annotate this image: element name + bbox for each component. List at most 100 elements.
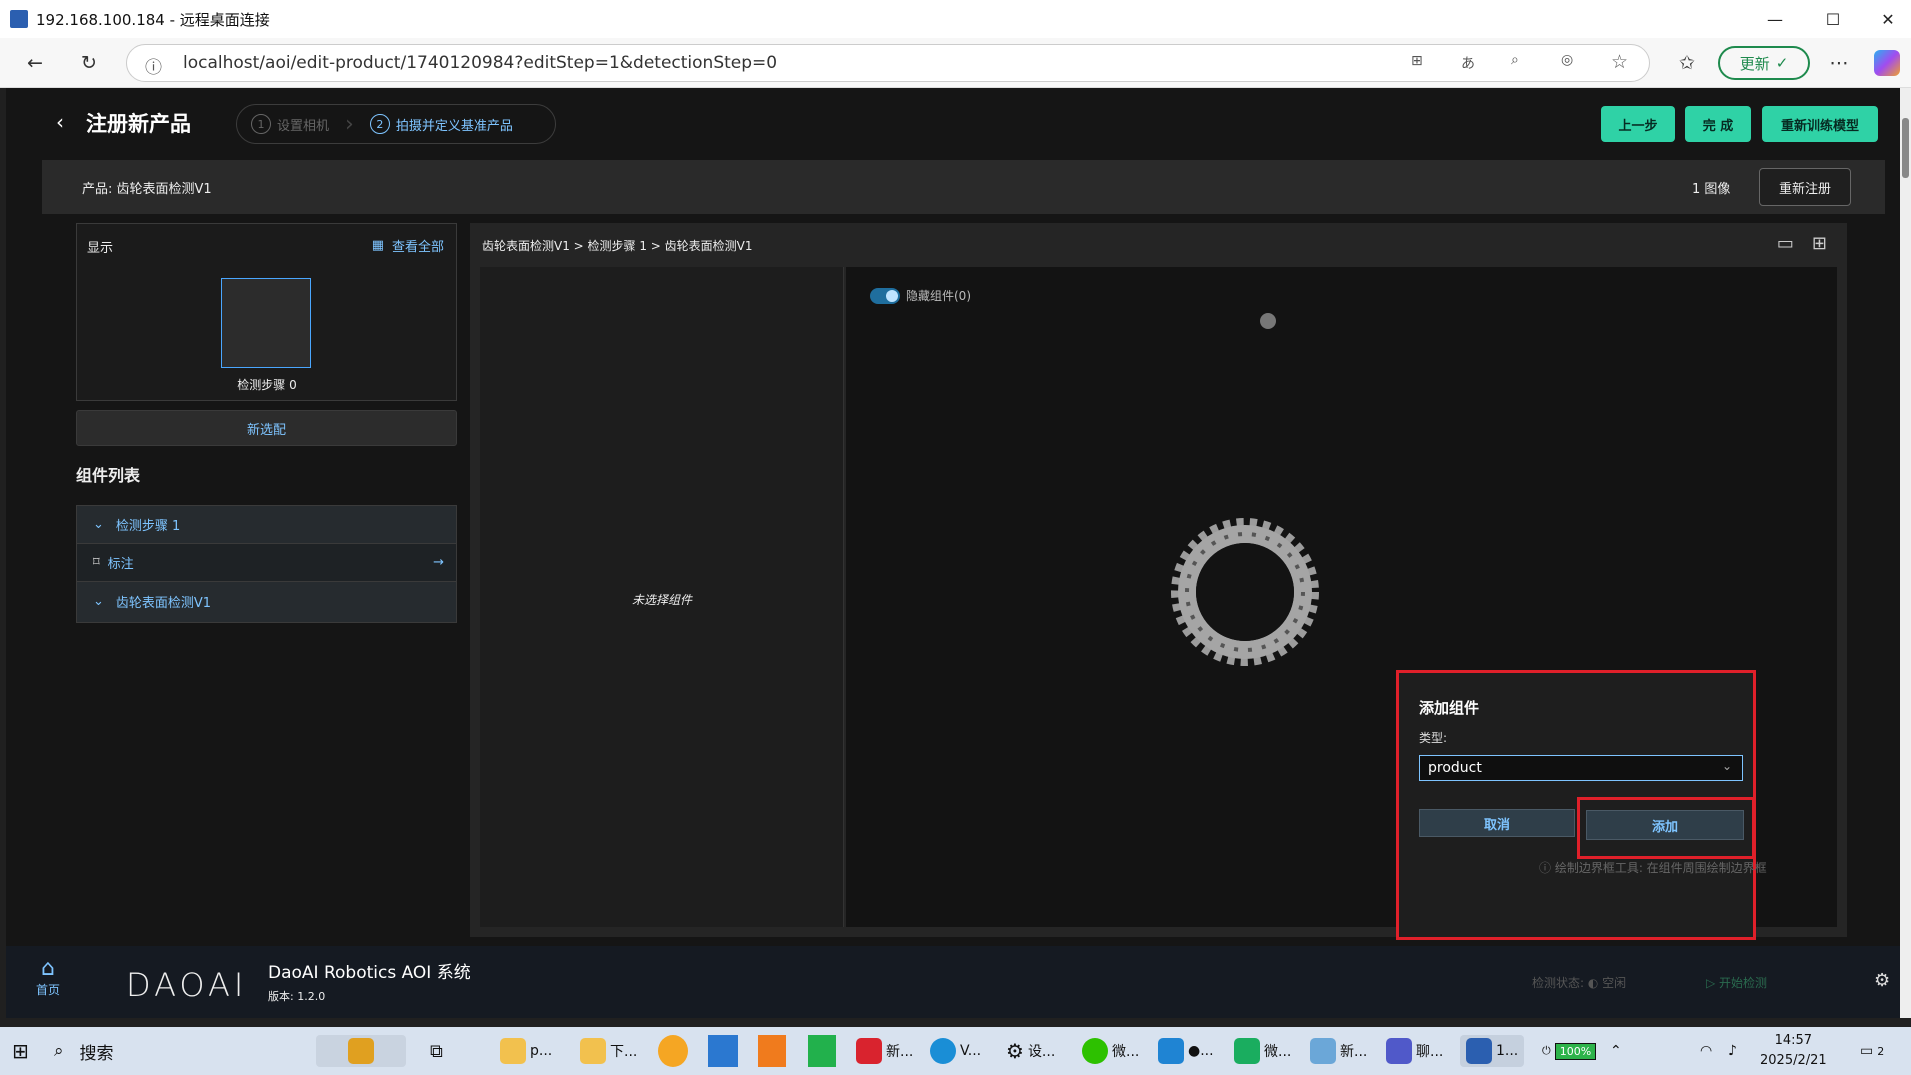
- taskbar-item-vscode[interactable]: ●...: [1158, 1035, 1214, 1067]
- notes-icon: [1310, 1038, 1336, 1064]
- maximize-icon[interactable]: ☐: [1810, 0, 1856, 38]
- component-list-title: 组件列表: [76, 466, 141, 485]
- address-bar[interactable]: ⓘ localhost/aoi/edit-product/1740120984?…: [126, 44, 1650, 82]
- image-count: 1 图像: [1692, 182, 1731, 197]
- refresh-icon[interactable]: ↻: [76, 50, 102, 76]
- taskbar-search[interactable]: ⌕ 搜索: [54, 1027, 114, 1075]
- taskbar-item-wechat[interactable]: 微...: [1082, 1035, 1139, 1067]
- prev-step-button[interactable]: 上一步: [1601, 106, 1675, 142]
- back-chevron-icon[interactable]: ‹: [56, 110, 64, 134]
- taskbar-item-label: ●...: [1188, 1043, 1214, 1059]
- weather-icon[interactable]: [658, 1035, 688, 1067]
- component-row-annotation[interactable]: ⌑ 标注 →: [77, 544, 456, 582]
- edge-sync-icon[interactable]: ◎: [1561, 52, 1573, 68]
- step-2[interactable]: 2 拍摄并定义基准产品: [369, 114, 513, 134]
- read-aloud-icon[interactable]: あ: [1461, 53, 1475, 73]
- info-icon[interactable]: ⓘ: [145, 53, 162, 78]
- component-list: ⌄ 检测步骤 1 ⌑ 标注 → ⌄ 齿轮表面检测V1: [76, 505, 457, 623]
- taskbar-item-rdp[interactable]: 1...: [1460, 1035, 1525, 1067]
- daoai-logo: DAOAI: [126, 966, 248, 1004]
- chevron-down-icon: ⌄: [1721, 759, 1732, 773]
- notification-icon: ▭: [1860, 1043, 1874, 1059]
- component-row-label: 齿轮表面检测V1: [115, 595, 212, 611]
- wifi-icon[interactable]: ◠: [1700, 1035, 1712, 1067]
- retrain-model-button[interactable]: 重新训练模型: [1762, 106, 1878, 142]
- single-view-icon[interactable]: ▭: [1777, 233, 1794, 254]
- zoom-icon[interactable]: ⌕: [1511, 52, 1519, 68]
- task-view-icon[interactable]: ⧉: [430, 1035, 443, 1067]
- drawing-hint: ⓘ 绘制边界框工具: 在组件周围绘制边界框: [1539, 861, 1767, 875]
- new-option-button[interactable]: 新选配: [76, 410, 457, 446]
- copilot-icon[interactable]: [1874, 50, 1900, 76]
- url-text[interactable]: localhost/aoi/edit-product/1740120984?ed…: [183, 53, 777, 73]
- favorite-star-icon[interactable]: ☆: [1611, 51, 1628, 73]
- battery-level: 100%: [1554, 1042, 1597, 1060]
- notification-center[interactable]: ▭ 2: [1860, 1035, 1884, 1067]
- hide-components-toggle[interactable]: 隐藏组件(0): [870, 287, 971, 304]
- taskbar-item-settings[interactable]: ⚙ 设...: [1006, 1035, 1055, 1067]
- grid-view-icon: ▦: [371, 238, 384, 253]
- sublime-icon[interactable]: [758, 1035, 786, 1067]
- vscode-icon: [1158, 1038, 1184, 1064]
- volume-icon[interactable]: ♪: [1728, 1035, 1737, 1067]
- page-title: 注册新产品: [86, 112, 191, 136]
- taskbar-item-teams[interactable]: 聊...: [1386, 1035, 1443, 1067]
- chat-icon[interactable]: [808, 1035, 836, 1067]
- cancel-button[interactable]: 取消: [1419, 809, 1575, 837]
- type-select[interactable]: product ⌄: [1419, 755, 1743, 781]
- briefcase-app[interactable]: [316, 1035, 406, 1067]
- taskbar-item-downloads[interactable]: 下...: [580, 1035, 637, 1067]
- add-button[interactable]: 添加: [1586, 810, 1744, 840]
- taskbar-item-label: 下...: [610, 1044, 638, 1060]
- view-all-button[interactable]: ▦ 查看全部: [372, 236, 444, 255]
- step-1[interactable]: 1 设置相机: [251, 114, 329, 134]
- app-name: DaoAI Robotics AOI 系统: [268, 963, 471, 983]
- notification-count: 2: [1877, 1044, 1885, 1058]
- step-thumbnail[interactable]: [221, 278, 311, 368]
- chevron-down-icon[interactable]: ⌄: [93, 517, 104, 532]
- component-row-step[interactable]: ⌄ 检测步骤 1: [77, 506, 456, 544]
- home-button[interactable]: ⌂ 首页: [28, 956, 68, 998]
- type-select-value: product: [1428, 760, 1482, 776]
- app-view-icon[interactable]: ⊞: [1411, 53, 1423, 69]
- folder-icon: [500, 1038, 526, 1064]
- square-icon: ⌑: [93, 555, 100, 570]
- page-scrollbar[interactable]: [1900, 88, 1911, 1018]
- component-row-label: 标注: [107, 557, 134, 572]
- windows-start-icon[interactable]: ⊞: [12, 1039, 29, 1063]
- system-clock[interactable]: 14:57 2025/2/21: [1760, 1031, 1827, 1071]
- mail-icon[interactable]: [708, 1035, 738, 1067]
- taskbar-item-wps[interactable]: 新...: [856, 1035, 913, 1067]
- minimize-icon[interactable]: —: [1752, 0, 1798, 38]
- chevron-down-icon[interactable]: ⌄: [93, 594, 104, 609]
- taskbar-item-label: 微...: [1112, 1044, 1140, 1060]
- done-button[interactable]: 完 成: [1685, 106, 1751, 142]
- start-detection-button[interactable]: ▷ 开始检测: [1706, 974, 1767, 991]
- more-options-icon[interactable]: ⋯: [1826, 50, 1852, 76]
- toggle-switch[interactable]: [870, 287, 900, 304]
- browser-toolbar: ← ↻ ⓘ localhost/aoi/edit-product/1740120…: [0, 38, 1911, 88]
- settings-gear-icon[interactable]: ⚙: [1874, 970, 1890, 991]
- component-row-product[interactable]: ⌄ 齿轮表面检测V1: [77, 582, 456, 620]
- update-label: 更新: [1739, 54, 1770, 73]
- taskbar-item-files[interactable]: p...: [500, 1035, 552, 1067]
- clock-date: 2025/2/21: [1760, 1053, 1827, 1068]
- taskbar-item-label: 1...: [1496, 1043, 1519, 1059]
- step-indicator: 1 设置相机 › 2 拍摄并定义基准产品: [236, 104, 556, 144]
- close-icon[interactable]: ✕: [1865, 0, 1911, 38]
- component-row-label: 检测步骤 1: [115, 519, 181, 534]
- update-button[interactable]: 更新 ✓: [1718, 46, 1810, 80]
- taskbar-item-notes[interactable]: 新...: [1310, 1035, 1367, 1067]
- taskbar-item-edge[interactable]: V...: [930, 1035, 981, 1067]
- taskbar-item-wechat-work[interactable]: 微...: [1234, 1035, 1291, 1067]
- taskbar-item-label: p...: [530, 1043, 553, 1059]
- grid-view-icon[interactable]: ⊞: [1812, 233, 1827, 254]
- reregister-button[interactable]: 重新注册: [1759, 168, 1851, 206]
- dialog-title: 添加组件: [1419, 699, 1480, 717]
- chevron-up-icon[interactable]: ⌃: [1610, 1035, 1622, 1067]
- back-arrow-icon[interactable]: ←: [22, 50, 48, 76]
- scrollbar-thumb[interactable]: [1902, 118, 1909, 178]
- favorites-icon[interactable]: ✩: [1674, 50, 1700, 76]
- battery-indicator[interactable]: ⏻ 100%: [1542, 1035, 1597, 1067]
- arrow-right-icon[interactable]: →: [433, 555, 444, 570]
